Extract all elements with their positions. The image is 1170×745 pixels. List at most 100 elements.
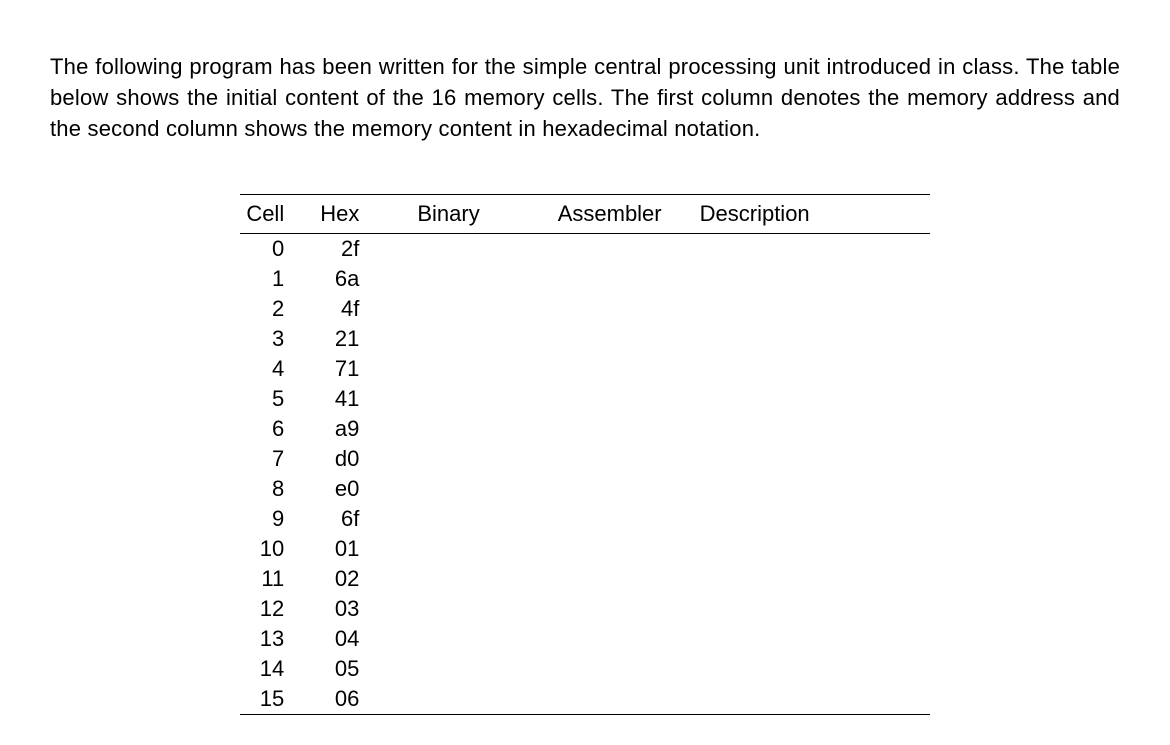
- cell-cell: 5: [240, 384, 302, 414]
- cell-binary: [399, 414, 539, 444]
- header-assembler: Assembler: [540, 195, 682, 234]
- cell-hex: 03: [302, 594, 399, 624]
- cell-assembler: [540, 444, 682, 474]
- cell-hex: 4f: [302, 294, 399, 324]
- header-binary: Binary: [399, 195, 539, 234]
- cell-cell: 1: [240, 264, 302, 294]
- table-row: 1102: [240, 564, 929, 594]
- cell-hex: 6f: [302, 504, 399, 534]
- table-row: 321: [240, 324, 929, 354]
- cell-description: [682, 294, 930, 324]
- cell-binary: [399, 624, 539, 654]
- table-row: 1001: [240, 534, 929, 564]
- table-container: Cell Hex Binary Assembler Description 02…: [50, 194, 1120, 715]
- cell-binary: [399, 594, 539, 624]
- cell-assembler: [540, 234, 682, 265]
- table-body: 02f16a24f3214715416a97d08e096f1001110212…: [240, 234, 929, 715]
- cell-assembler: [540, 504, 682, 534]
- cell-description: [682, 654, 930, 684]
- cell-cell: 11: [240, 564, 302, 594]
- cell-assembler: [540, 624, 682, 654]
- cell-assembler: [540, 654, 682, 684]
- cell-cell: 4: [240, 354, 302, 384]
- cell-binary: [399, 564, 539, 594]
- cell-cell: 0: [240, 234, 302, 265]
- cell-description: [682, 444, 930, 474]
- cell-binary: [399, 474, 539, 504]
- cell-cell: 7: [240, 444, 302, 474]
- cell-hex: 2f: [302, 234, 399, 265]
- cell-cell: 10: [240, 534, 302, 564]
- cell-binary: [399, 354, 539, 384]
- cell-cell: 15: [240, 684, 302, 715]
- header-hex: Hex: [302, 195, 399, 234]
- cell-hex: e0: [302, 474, 399, 504]
- cell-assembler: [540, 534, 682, 564]
- cell-assembler: [540, 684, 682, 715]
- cell-description: [682, 594, 930, 624]
- table-row: 16a: [240, 264, 929, 294]
- table-row: 1506: [240, 684, 929, 715]
- cell-cell: 9: [240, 504, 302, 534]
- table-row: 7d0: [240, 444, 929, 474]
- cell-binary: [399, 534, 539, 564]
- cell-hex: 06: [302, 684, 399, 715]
- cell-description: [682, 534, 930, 564]
- cell-description: [682, 564, 930, 594]
- cell-binary: [399, 384, 539, 414]
- cell-hex: 71: [302, 354, 399, 384]
- table-row: 1405: [240, 654, 929, 684]
- table-row: 8e0: [240, 474, 929, 504]
- memory-table: Cell Hex Binary Assembler Description 02…: [240, 194, 929, 715]
- cell-description: [682, 234, 930, 265]
- cell-cell: 12: [240, 594, 302, 624]
- table-row: 6a9: [240, 414, 929, 444]
- table-header-row: Cell Hex Binary Assembler Description: [240, 195, 929, 234]
- cell-assembler: [540, 294, 682, 324]
- cell-assembler: [540, 384, 682, 414]
- cell-binary: [399, 234, 539, 265]
- table-row: 471: [240, 354, 929, 384]
- cell-binary: [399, 264, 539, 294]
- cell-assembler: [540, 474, 682, 504]
- cell-hex: 04: [302, 624, 399, 654]
- cell-hex: 41: [302, 384, 399, 414]
- cell-cell: 3: [240, 324, 302, 354]
- cell-hex: d0: [302, 444, 399, 474]
- cell-hex: 05: [302, 654, 399, 684]
- table-row: 96f: [240, 504, 929, 534]
- cell-cell: 13: [240, 624, 302, 654]
- cell-description: [682, 684, 930, 715]
- header-description: Description: [682, 195, 930, 234]
- cell-binary: [399, 294, 539, 324]
- cell-assembler: [540, 324, 682, 354]
- table-row: 1304: [240, 624, 929, 654]
- cell-assembler: [540, 564, 682, 594]
- cell-assembler: [540, 594, 682, 624]
- table-row: 1203: [240, 594, 929, 624]
- table-row: 24f: [240, 294, 929, 324]
- cell-description: [682, 264, 930, 294]
- cell-binary: [399, 504, 539, 534]
- cell-description: [682, 504, 930, 534]
- table-row: 02f: [240, 234, 929, 265]
- cell-hex: 21: [302, 324, 399, 354]
- cell-binary: [399, 654, 539, 684]
- header-cell: Cell: [240, 195, 302, 234]
- cell-description: [682, 414, 930, 444]
- cell-description: [682, 324, 930, 354]
- cell-binary: [399, 324, 539, 354]
- cell-description: [682, 624, 930, 654]
- cell-binary: [399, 444, 539, 474]
- cell-description: [682, 474, 930, 504]
- table-row: 541: [240, 384, 929, 414]
- cell-hex: 6a: [302, 264, 399, 294]
- intro-paragraph: The following program has been written f…: [50, 52, 1120, 144]
- cell-description: [682, 384, 930, 414]
- cell-binary: [399, 684, 539, 715]
- cell-cell: 8: [240, 474, 302, 504]
- cell-assembler: [540, 264, 682, 294]
- cell-hex: 02: [302, 564, 399, 594]
- cell-cell: 14: [240, 654, 302, 684]
- cell-description: [682, 354, 930, 384]
